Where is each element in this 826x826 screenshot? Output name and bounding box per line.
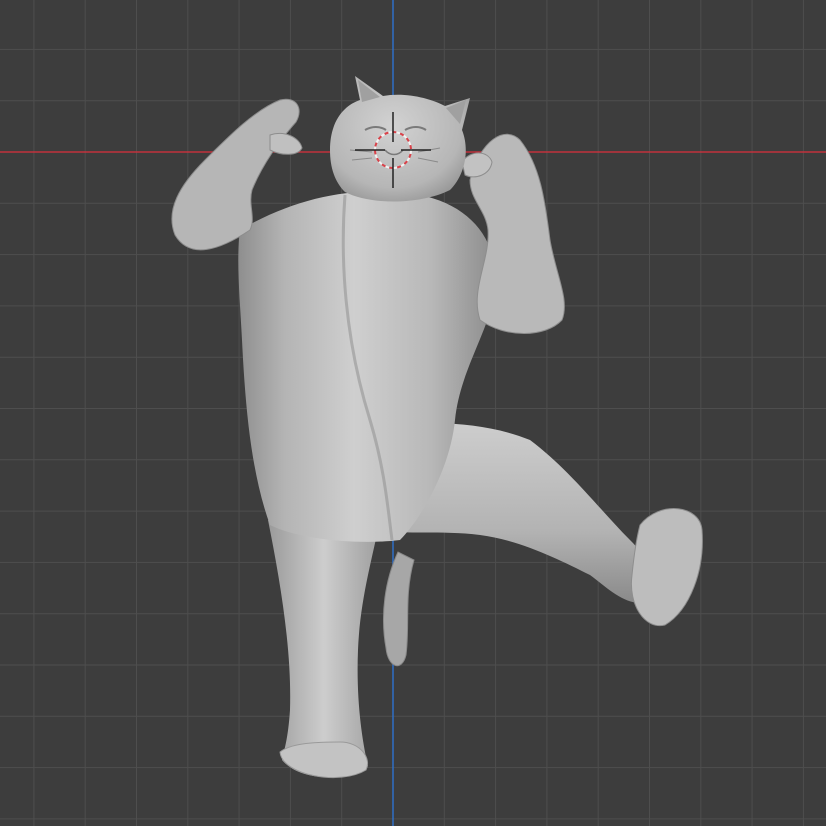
cat-kicking-foot[interactable] (630, 508, 703, 627)
3d-viewport[interactable] (0, 0, 826, 826)
cat-mesh[interactable] (171, 76, 703, 778)
cat-left-paw[interactable] (269, 133, 303, 155)
cat-standing-foot[interactable] (279, 741, 368, 778)
cat-tail[interactable] (382, 551, 415, 667)
cat-head[interactable] (330, 76, 470, 202)
viewport-canvas[interactable] (0, 0, 826, 826)
cat-standing-leg[interactable] (268, 520, 380, 778)
